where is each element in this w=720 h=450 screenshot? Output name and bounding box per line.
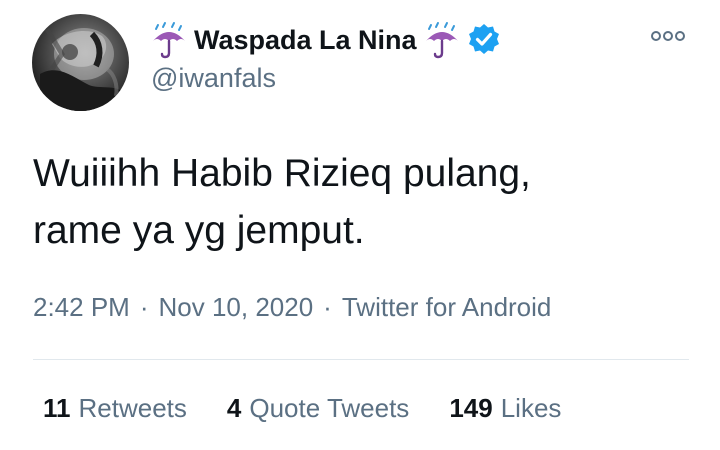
retweets-label: Retweets <box>78 393 187 423</box>
tweet-date[interactable]: Nov 10, 2020 <box>159 292 314 322</box>
likes-count: 149 <box>449 393 493 423</box>
more-options-icon[interactable] <box>648 24 688 48</box>
quote-tweets-stat[interactable]: 4 Quote Tweets <box>227 393 409 424</box>
retweets-stat[interactable]: 11 Retweets <box>43 393 187 424</box>
umbrella-with-rain-icon <box>423 21 461 59</box>
tweet-stats: 11 Retweets 4 Quote Tweets 149 Likes <box>43 393 561 424</box>
verified-badge-icon <box>467 23 501 57</box>
user-name-row: Waspada La Nina <box>150 20 501 60</box>
avatar[interactable] <box>32 14 129 111</box>
likes-label: Likes <box>500 393 562 423</box>
tweet-time[interactable]: 2:42 PM <box>33 292 130 322</box>
divider <box>33 359 689 360</box>
display-name[interactable]: Waspada La Nina <box>194 25 417 56</box>
user-handle[interactable]: @iwanfals <box>151 63 276 94</box>
tweet-metadata: 2:42 PM · Nov 10, 2020 · Twitter for Android <box>33 292 551 323</box>
meta-separator: · <box>323 292 332 322</box>
tweet-source[interactable]: Twitter for Android <box>342 292 552 322</box>
likes-stat[interactable]: 149 Likes <box>449 393 561 424</box>
quote-tweets-count: 4 <box>226 393 242 423</box>
meta-separator: · <box>139 292 149 322</box>
tweet-detail: Waspada La Nina @iwanfals Wuiiihh Habib … <box>0 0 720 450</box>
tweet-text: Wuiiihh Habib Rizieq pulang, rame ya yg … <box>33 152 531 252</box>
retweets-count: 11 <box>43 393 71 423</box>
umbrella-with-rain-icon <box>150 21 188 59</box>
quote-tweets-label: Quote Tweets <box>249 393 410 423</box>
